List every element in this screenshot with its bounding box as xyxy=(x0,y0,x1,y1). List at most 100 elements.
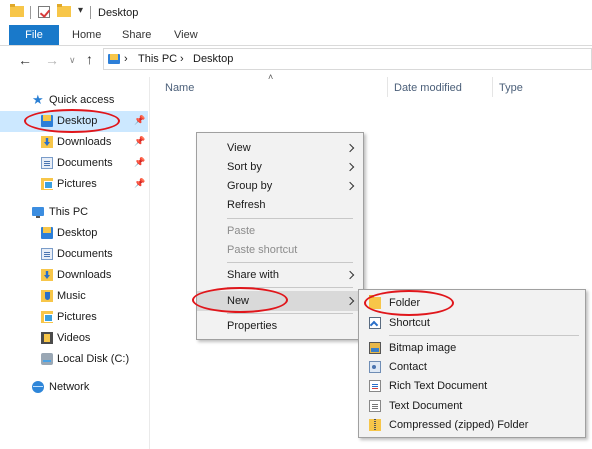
music-icon xyxy=(41,290,53,302)
shortcut-icon xyxy=(369,317,381,329)
videos-icon xyxy=(41,332,53,344)
documents-icon xyxy=(41,248,53,260)
desktop-location-icon xyxy=(108,54,120,64)
menu-item-refresh[interactable]: Refresh xyxy=(197,195,363,215)
pin-icon: 📌 xyxy=(134,115,146,125)
menu-separator xyxy=(227,313,353,314)
chevron-right-icon xyxy=(345,143,355,153)
menu-label: Compressed (zipped) Folder xyxy=(389,419,529,431)
pin-icon: 📌 xyxy=(134,178,146,188)
column-header-type[interactable]: Type xyxy=(499,82,523,94)
local-disk-icon xyxy=(41,353,53,365)
nav-label: Pictures xyxy=(57,311,97,323)
submenu-item-zip[interactable]: Compressed (zipped) Folder xyxy=(359,415,585,435)
menu-item-paste-shortcut: Paste shortcut xyxy=(197,240,363,260)
nav-this-pc[interactable]: This PC xyxy=(0,202,148,223)
nav-item-local-disk[interactable]: Local Disk (C:) xyxy=(0,349,148,370)
properties-check-icon[interactable] xyxy=(38,6,50,18)
tab-share[interactable]: Share xyxy=(122,29,151,41)
bitmap-image-icon xyxy=(369,342,381,354)
menu-item-group-by[interactable]: Group by xyxy=(197,176,363,196)
pane-divider[interactable] xyxy=(149,77,150,449)
chevron-right-icon xyxy=(345,296,355,306)
menu-item-sort-by[interactable]: Sort by xyxy=(197,157,363,177)
pin-icon: 📌 xyxy=(134,157,146,167)
breadcrumb-separator[interactable]: › xyxy=(180,53,184,65)
zipped-folder-icon xyxy=(369,419,381,431)
nav-label: Local Disk (C:) xyxy=(57,353,130,365)
submenu-item-contact[interactable]: Contact xyxy=(359,357,585,377)
nav-item-downloads[interactable]: Downloads xyxy=(0,265,148,286)
menu-label: Bitmap image xyxy=(389,342,457,354)
nav-label: Documents xyxy=(57,248,113,260)
menu-label: Rich Text Document xyxy=(389,380,488,392)
nav-item-videos[interactable]: Videos xyxy=(0,328,148,349)
menu-label: Contact xyxy=(389,361,427,373)
breadcrumb-desktop[interactable]: Desktop xyxy=(193,53,233,65)
recent-locations-dropdown[interactable]: ∨ xyxy=(69,55,76,66)
desktop-icon xyxy=(41,227,53,239)
rich-text-document-icon xyxy=(369,380,381,392)
menu-label: Properties xyxy=(227,320,278,332)
nav-label: Downloads xyxy=(57,136,112,148)
forward-button[interactable]: → xyxy=(45,52,59,68)
nav-label: Desktop xyxy=(57,227,98,239)
menu-label: Shortcut xyxy=(389,317,430,329)
nav-label: Quick access xyxy=(49,94,115,106)
nav-item-pictures[interactable]: Pictures xyxy=(0,307,148,328)
column-divider[interactable] xyxy=(387,77,388,97)
nav-label: Music xyxy=(57,290,86,302)
menu-separator xyxy=(227,218,353,219)
folder-icon[interactable] xyxy=(10,4,24,17)
divider xyxy=(90,6,91,19)
nav-label: This PC xyxy=(49,206,89,218)
pictures-icon xyxy=(41,178,53,190)
breadcrumb-separator[interactable]: › xyxy=(124,53,128,65)
up-button[interactable]: ↑ xyxy=(86,51,93,67)
network-icon xyxy=(32,381,44,393)
nav-item-pictures[interactable]: Pictures 📌 xyxy=(0,174,148,195)
this-pc-icon xyxy=(32,207,44,218)
nav-label: Pictures xyxy=(57,178,97,190)
nav-label: Videos xyxy=(57,332,91,344)
pictures-icon xyxy=(41,311,53,323)
column-header-date-modified[interactable]: Date modified xyxy=(394,82,462,94)
contact-icon xyxy=(369,361,381,373)
menu-item-properties[interactable]: Properties xyxy=(197,316,363,336)
text-document-icon xyxy=(369,400,381,412)
nav-item-music[interactable]: Music xyxy=(0,286,148,307)
menu-separator xyxy=(389,335,579,336)
breadcrumb-this-pc[interactable]: This PC xyxy=(138,53,177,65)
column-divider[interactable] xyxy=(492,77,493,97)
menu-label: Text Document xyxy=(389,400,463,412)
nav-label: Downloads xyxy=(57,269,112,281)
menu-label: Paste shortcut xyxy=(227,244,298,256)
nav-label: Documents xyxy=(57,157,113,169)
menu-label: Group by xyxy=(227,180,273,192)
nav-label: Network xyxy=(49,381,90,393)
nav-item-documents[interactable]: Documents 📌 xyxy=(0,153,148,174)
title-bar xyxy=(0,0,592,24)
nav-network[interactable]: Network xyxy=(0,377,148,398)
menu-item-view[interactable]: View xyxy=(197,138,363,158)
customize-quick-access-dropdown[interactable]: ▾ xyxy=(78,5,83,16)
nav-quick-access[interactable]: ★ Quick access xyxy=(0,90,148,111)
tab-file[interactable]: File xyxy=(9,25,59,45)
menu-label: Sort by xyxy=(227,161,262,173)
submenu-item-shortcut[interactable]: Shortcut xyxy=(359,313,585,333)
submenu-item-bitmap[interactable]: Bitmap image xyxy=(359,338,585,358)
back-button[interactable]: ← xyxy=(18,52,32,68)
star-icon: ★ xyxy=(32,92,44,107)
tab-view[interactable]: View xyxy=(174,29,198,41)
tab-home[interactable]: Home xyxy=(72,29,101,41)
column-header-name[interactable]: Name xyxy=(165,82,194,94)
new-folder-icon[interactable] xyxy=(57,4,71,17)
chevron-right-icon xyxy=(345,181,355,191)
menu-item-share-with[interactable]: Share with xyxy=(197,265,363,285)
nav-item-documents[interactable]: Documents xyxy=(0,244,148,265)
menu-label: Share with xyxy=(227,269,279,281)
nav-item-downloads[interactable]: Downloads 📌 xyxy=(0,132,148,153)
nav-item-desktop[interactable]: Desktop xyxy=(0,223,148,244)
submenu-item-text-document[interactable]: Text Document xyxy=(359,396,585,416)
submenu-item-rich-text[interactable]: Rich Text Document xyxy=(359,376,585,396)
